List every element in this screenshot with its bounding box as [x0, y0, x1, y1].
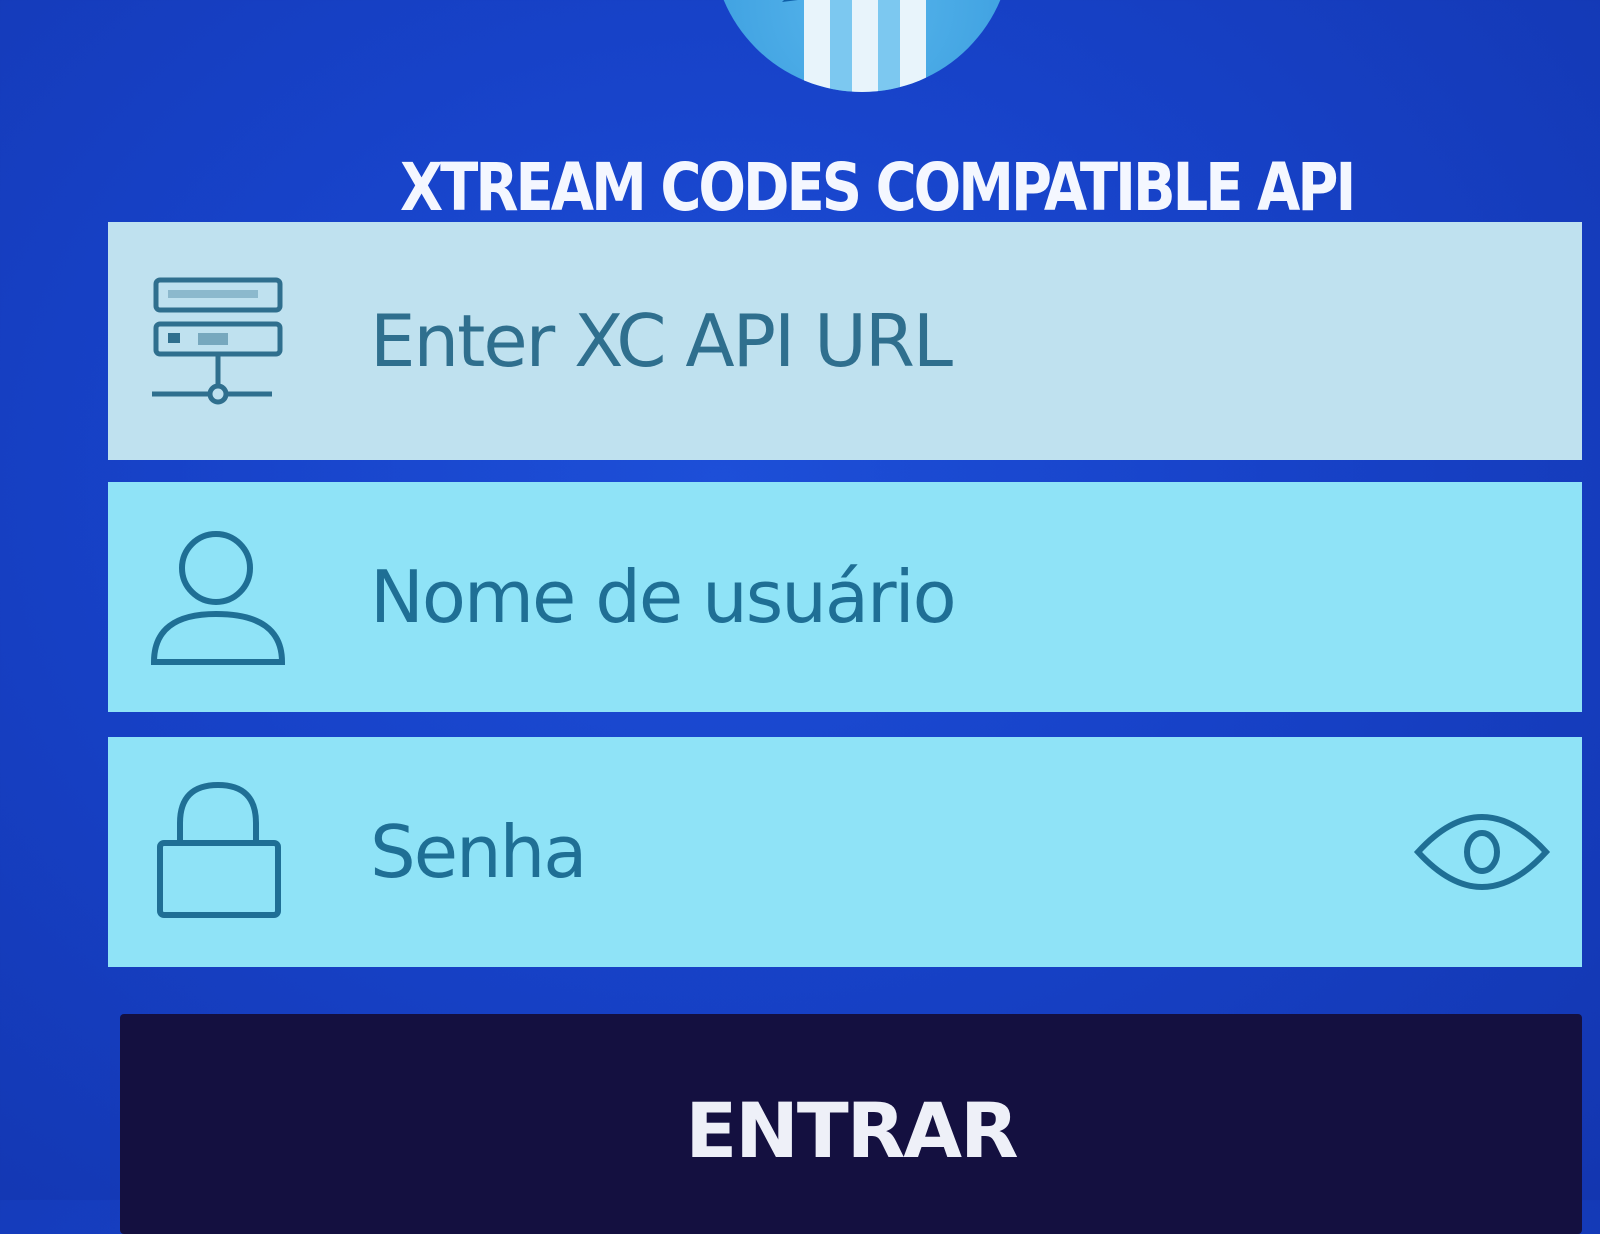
- username-field[interactable]: Nome de usuário: [108, 482, 1582, 712]
- password-placeholder: Senha: [370, 810, 587, 894]
- eye-icon: [1413, 814, 1551, 890]
- api-url-field[interactable]: Enter XC API URL: [108, 222, 1582, 460]
- password-field[interactable]: Senha: [108, 737, 1582, 967]
- login-screen: XTREAM CODES COMPATIBLE API Enter XC API…: [0, 0, 1600, 1234]
- login-button[interactable]: ENTRAR: [120, 1014, 1582, 1234]
- app-logo: [712, 0, 1012, 92]
- username-placeholder: Nome de usuário: [370, 555, 957, 639]
- app-logo-icon: [782, 0, 926, 92]
- server-icon: [150, 266, 290, 416]
- api-url-placeholder: Enter XC API URL: [370, 299, 953, 383]
- login-button-label: ENTRAR: [685, 1086, 1018, 1175]
- lock-icon: [150, 777, 290, 927]
- user-icon: [150, 522, 290, 672]
- api-title: XTREAM CODES COMPATIBLE API: [400, 150, 1356, 227]
- show-password-toggle[interactable]: [1412, 802, 1552, 902]
